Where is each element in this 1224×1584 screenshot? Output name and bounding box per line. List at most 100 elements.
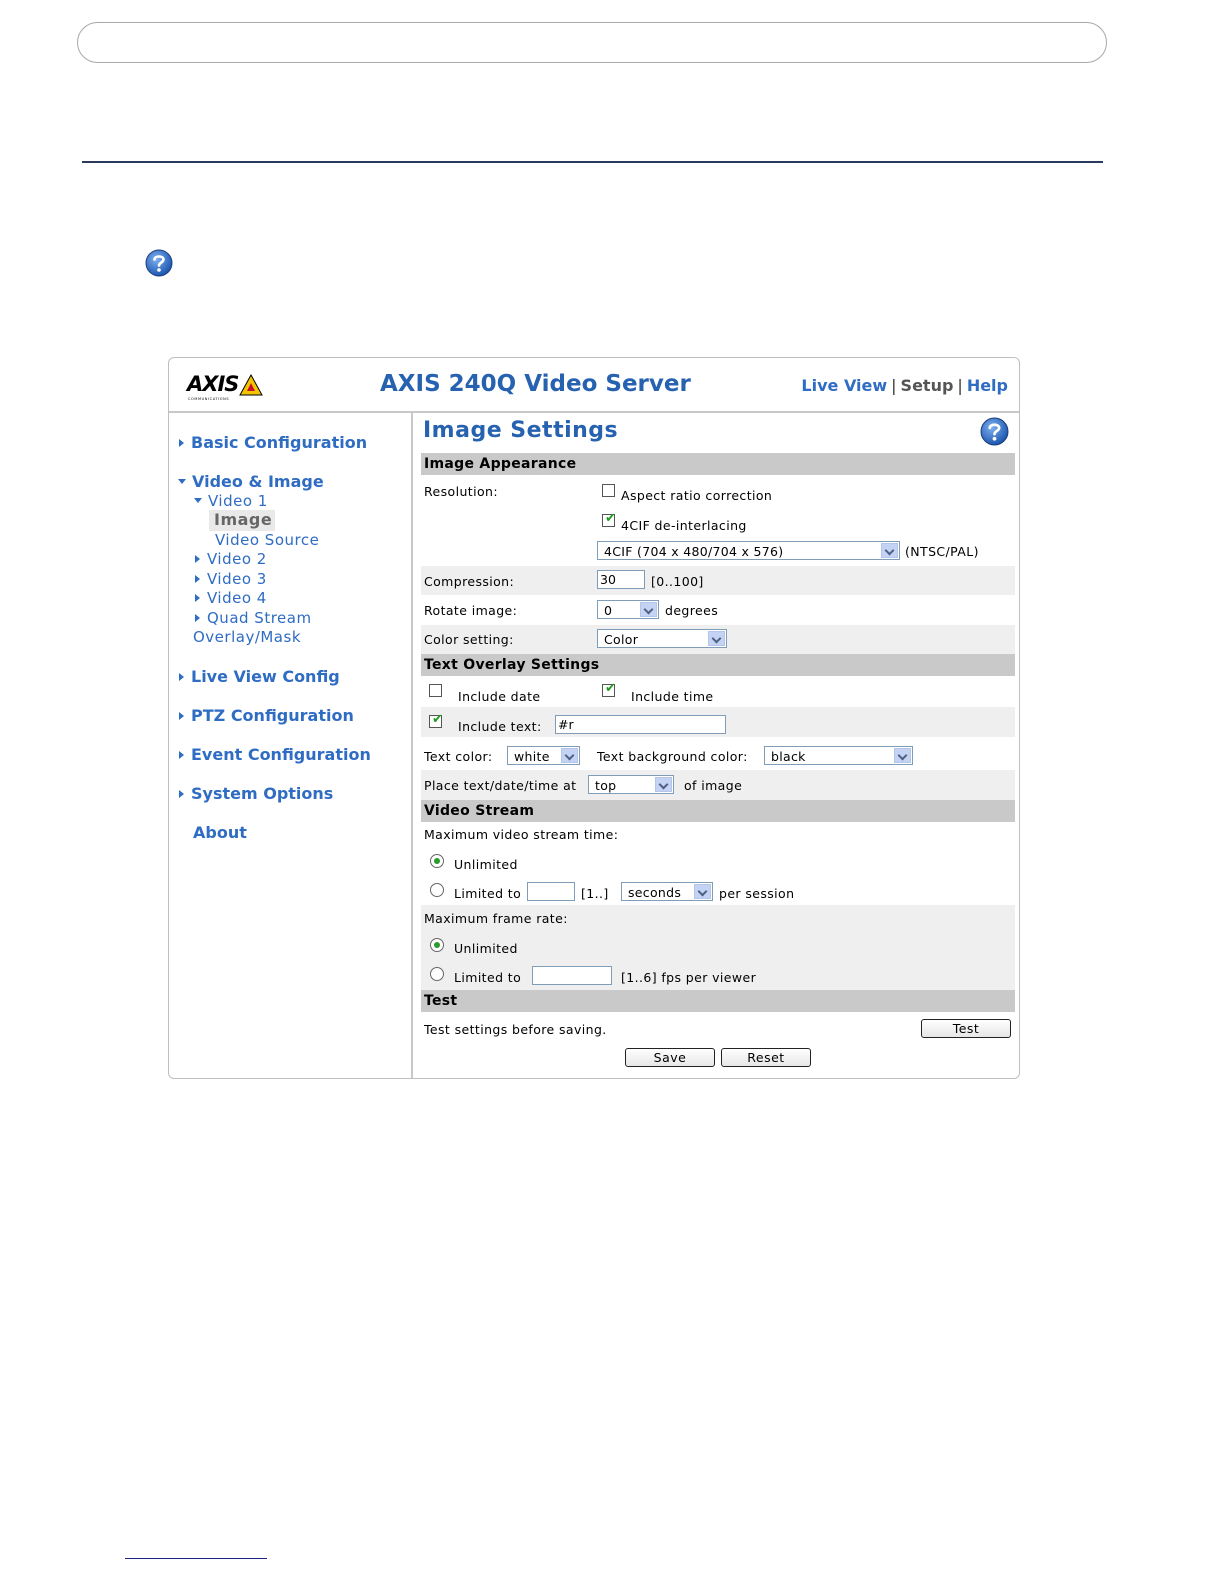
sidebar-item-video4[interactable]: Video 4 [195, 589, 267, 607]
stream-time-unit-select[interactable]: seconds [621, 882, 713, 901]
fps-range: [1..6] fps per viewer [621, 970, 757, 985]
page-title: Image Settings [423, 418, 619, 443]
sidebar-item-video1[interactable]: Video 1 [194, 492, 268, 510]
app-title: AXIS 240Q Video Server [380, 371, 691, 397]
stream-time-input[interactable] [527, 882, 575, 901]
stream-time-unlimited-radio[interactable] [430, 854, 444, 868]
chevron-down-icon [640, 602, 657, 617]
place-text-select[interactable]: top [588, 775, 674, 794]
max-frame-rate-label: Maximum frame rate: [424, 911, 568, 926]
include-text-input[interactable]: #r [555, 715, 726, 734]
stream-time-unlimited-label: Unlimited [454, 857, 518, 872]
help-icon [145, 249, 173, 277]
section-test: Test [421, 990, 1015, 1012]
fps-limited-radio[interactable] [430, 967, 444, 981]
sidebar-item-video-source[interactable]: Video Source [215, 531, 319, 549]
help-link[interactable]: Help [967, 376, 1008, 395]
app-window: AXIS COMMUNICATIONS AXIS 240Q Video Serv… [168, 357, 1020, 1079]
arrow-right-icon [179, 790, 184, 798]
setup-link[interactable]: Setup [901, 376, 954, 395]
fps-unlimited-label: Unlimited [454, 941, 518, 956]
arrow-right-icon [179, 439, 184, 447]
sidebar-item-overlay-mask[interactable]: Overlay/Mask [193, 628, 301, 646]
sidebar-item-quad-stream[interactable]: Quad Stream [195, 609, 312, 627]
text-color-select[interactable]: white [507, 746, 580, 765]
fps-limited-input[interactable] [532, 966, 612, 985]
resolution-select[interactable]: 4CIF (704 x 480/704 x 576) [597, 541, 900, 560]
compression-input[interactable]: 30 [597, 570, 645, 589]
stream-time-range: [1..] [581, 886, 609, 901]
sidebar-item-basic-configuration[interactable]: Basic Configuration [179, 433, 367, 452]
chevron-down-icon [694, 884, 711, 899]
deinterlacing-checkbox[interactable]: ✔ [602, 512, 616, 527]
sidebar-item-about[interactable]: About [193, 823, 247, 842]
include-date-label: Include date [458, 689, 541, 704]
resolution-suffix: (NTSC/PAL) [905, 544, 979, 559]
arrow-down-icon [178, 479, 186, 484]
include-text-label: Include text: [458, 719, 542, 734]
stream-time-limited-radio[interactable] [430, 883, 444, 897]
deinterlacing-label: 4CIF de-interlacing [621, 518, 747, 533]
sidebar-item-live-view-config[interactable]: Live View Config [179, 667, 340, 686]
save-button[interactable]: Save [625, 1048, 715, 1067]
chevron-down-icon [881, 543, 898, 558]
fps-limited-label: Limited to [454, 970, 522, 985]
rotate-label: Rotate image: [424, 603, 518, 618]
aspect-ratio-checkbox[interactable] [602, 484, 615, 497]
include-time-label: Include time [631, 689, 714, 704]
sidebar-item-video3[interactable]: Video 3 [195, 570, 267, 588]
logo-triangle-icon [239, 374, 263, 396]
axis-logo: AXIS COMMUNICATIONS [187, 372, 267, 402]
chevron-down-icon [561, 748, 578, 763]
compression-range: [0..100] [651, 574, 704, 589]
test-button[interactable]: Test [921, 1019, 1011, 1038]
include-time-checkbox[interactable]: ✔ [602, 682, 616, 697]
include-text-checkbox[interactable]: ✔ [429, 713, 443, 728]
color-label: Color setting: [424, 632, 514, 647]
help-icon[interactable] [980, 417, 1009, 446]
sidebar-item-event-configuration[interactable]: Event Configuration [179, 745, 371, 764]
page-divider [82, 161, 1103, 163]
arrow-right-icon [179, 712, 184, 720]
section-text-overlay: Text Overlay Settings [421, 654, 1015, 676]
test-description: Test settings before saving. [424, 1022, 607, 1037]
section-image-appearance: Image Appearance [421, 453, 1015, 475]
arrow-right-icon [179, 673, 184, 681]
sidebar-item-ptz-configuration[interactable]: PTZ Configuration [179, 706, 354, 725]
app-header: AXIS COMMUNICATIONS AXIS 240Q Video Serv… [169, 358, 1019, 413]
sidebar: Basic Configuration Video & Image Video … [169, 413, 413, 1078]
resolution-label: Resolution: [424, 484, 498, 499]
fps-unlimited-radio[interactable] [430, 938, 444, 952]
color-select[interactable]: Color [597, 629, 727, 648]
compression-label: Compression: [424, 574, 515, 589]
include-date-checkbox[interactable] [429, 684, 442, 697]
stream-time-limited-label: Limited to [454, 886, 522, 901]
chevron-down-icon [655, 777, 672, 792]
page-header-bar [77, 22, 1107, 63]
stream-time-suffix: per session [719, 886, 795, 901]
live-view-link[interactable]: Live View [801, 376, 887, 395]
top-nav: Live View | Setup | Help [801, 376, 1008, 395]
place-text-label: Place text/date/time at [424, 778, 577, 793]
arrow-down-icon [194, 498, 202, 503]
footer-rule [125, 1558, 267, 1559]
sidebar-item-video2[interactable]: Video 2 [195, 550, 267, 568]
bg-color-label: Text background color: [597, 749, 748, 764]
place-text-suffix: of image [684, 778, 743, 793]
arrow-right-icon [179, 751, 184, 759]
arrow-right-icon [195, 555, 200, 563]
chevron-down-icon [894, 748, 911, 763]
max-stream-time-label: Maximum video stream time: [424, 827, 619, 842]
chevron-down-icon [708, 631, 725, 646]
bg-color-select[interactable]: black [764, 746, 913, 765]
rotate-select[interactable]: 0 [597, 600, 659, 619]
sidebar-item-system-options[interactable]: System Options [179, 784, 333, 803]
aspect-ratio-label: Aspect ratio correction [621, 488, 773, 503]
rotate-suffix: degrees [665, 603, 719, 618]
section-video-stream: Video Stream [421, 800, 1015, 822]
text-color-label: Text color: [424, 749, 493, 764]
arrow-right-icon [195, 575, 200, 583]
reset-button[interactable]: Reset [721, 1048, 811, 1067]
sidebar-item-image[interactable]: Image [209, 510, 275, 531]
sidebar-item-video-image[interactable]: Video & Image [178, 472, 324, 491]
